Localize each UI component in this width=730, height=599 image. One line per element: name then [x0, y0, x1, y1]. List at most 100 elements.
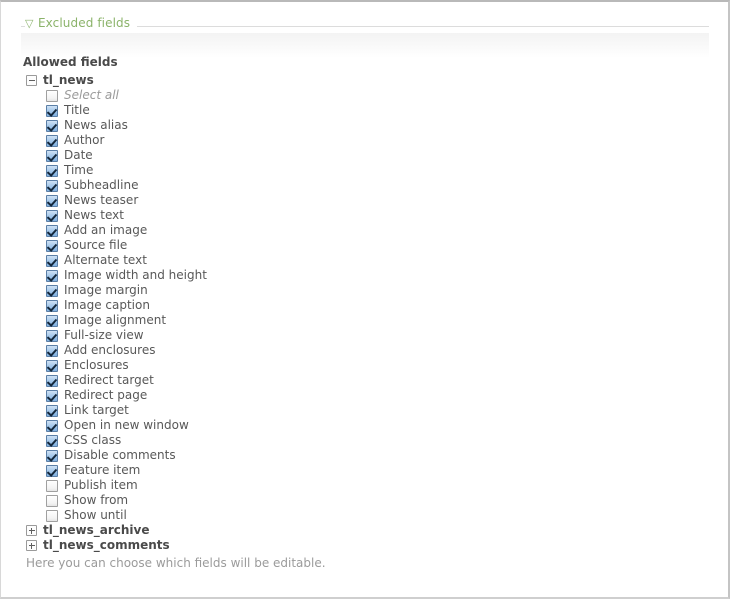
field-label: CSS class: [64, 433, 122, 447]
select-all-row[interactable]: Select all: [46, 88, 711, 103]
checkbox-checked-icon[interactable]: [46, 119, 58, 132]
field-checkbox-row[interactable]: Add an image: [46, 223, 711, 238]
field-list: Select all Title News alias Author Date Time S…: [46, 88, 711, 523]
field-checkbox-row[interactable]: Feature item: [46, 463, 711, 478]
checkbox-unchecked-icon[interactable]: [46, 509, 58, 522]
field-label: News text: [64, 208, 124, 222]
checkbox-checked-icon[interactable]: [46, 464, 58, 477]
field-checkbox-row[interactable]: Time: [46, 163, 711, 178]
field-checkbox-row[interactable]: Author: [46, 133, 711, 148]
checkbox-checked-icon[interactable]: [46, 164, 58, 177]
group-name: tl_news_archive: [43, 523, 150, 537]
field-checkbox-row[interactable]: Date: [46, 148, 711, 163]
field-label: Show until: [64, 508, 127, 522]
field-label: Show from: [64, 493, 129, 507]
checkbox-checked-icon[interactable]: [46, 314, 58, 327]
field-label: Image width and height: [64, 268, 207, 282]
fieldset-legend-row: ▽ Excluded fields: [21, 16, 709, 32]
checkbox-checked-icon[interactable]: [46, 209, 58, 222]
field-label: Title: [64, 103, 90, 117]
field-label: Image alignment: [64, 313, 167, 327]
plus-box-icon[interactable]: [26, 540, 37, 551]
field-checkbox-row[interactable]: Image width and height: [46, 268, 711, 283]
allowed-fields-widget: Allowed fields tl_news Select all Title New…: [21, 55, 711, 571]
allowed-fields-help-text: Here you can choose which fields will be…: [26, 556, 326, 570]
field-checkbox-row[interactable]: Source file: [46, 238, 711, 253]
checkbox-checked-icon[interactable]: [46, 329, 58, 342]
field-label: Add an image: [64, 223, 148, 237]
checkbox-checked-icon[interactable]: [46, 149, 58, 162]
checkbox-checked-icon[interactable]: [46, 344, 58, 357]
checkbox-checked-icon[interactable]: [46, 284, 58, 297]
checkbox-checked-icon[interactable]: [46, 269, 58, 282]
field-checkbox-row[interactable]: CSS class: [46, 433, 711, 448]
field-label: Redirect page: [64, 388, 148, 402]
field-label: Date: [64, 148, 93, 162]
checkbox-checked-icon[interactable]: [46, 419, 58, 432]
field-label: Image caption: [64, 298, 150, 312]
checkbox-unchecked-icon[interactable]: [46, 89, 58, 102]
checkbox-checked-icon[interactable]: [46, 104, 58, 117]
field-checkbox-row[interactable]: Alternate text: [46, 253, 711, 268]
field-checkbox-row[interactable]: Link target: [46, 403, 711, 418]
field-checkbox-row[interactable]: Publish item: [46, 478, 711, 493]
group-toggle-row-tl_news_archive[interactable]: tl_news_archive: [26, 523, 711, 538]
checkbox-checked-icon[interactable]: [46, 449, 58, 462]
field-label: News teaser: [64, 193, 139, 207]
field-label: Feature item: [64, 463, 141, 477]
field-checkbox-row[interactable]: Enclosures: [46, 358, 711, 373]
checkbox-unchecked-icon[interactable]: [46, 494, 58, 507]
field-label: Link target: [64, 403, 129, 417]
field-label: Source file: [64, 238, 128, 252]
field-checkbox-row[interactable]: News alias: [46, 118, 711, 133]
field-label: Time: [64, 163, 94, 177]
group-name: tl_news: [43, 73, 94, 87]
field-group: tl_news_archive: [21, 523, 711, 538]
field-checkbox-row[interactable]: Subheadline: [46, 178, 711, 193]
checkbox-checked-icon[interactable]: [46, 374, 58, 387]
field-checkbox-row[interactable]: Redirect page: [46, 388, 711, 403]
checkbox-checked-icon[interactable]: [46, 239, 58, 252]
allowed-fields-label: Allowed fields: [23, 55, 118, 69]
triangle-down-icon: ▽: [25, 16, 34, 30]
checkbox-checked-icon[interactable]: [46, 404, 58, 417]
page-frame: ▽ Excluded fields Allowed fields tl_news…: [0, 0, 730, 599]
checkbox-unchecked-icon[interactable]: [46, 479, 58, 492]
field-tree: tl_news Select all Title News alias Author Da…: [21, 73, 711, 553]
field-label: Alternate text: [64, 253, 147, 267]
field-checkbox-row[interactable]: Image margin: [46, 283, 711, 298]
checkbox-checked-icon[interactable]: [46, 359, 58, 372]
excluded-fields-fieldset: ▽ Excluded fields: [21, 16, 709, 58]
field-checkbox-row[interactable]: News text: [46, 208, 711, 223]
checkbox-checked-icon[interactable]: [46, 179, 58, 192]
checkbox-checked-icon[interactable]: [46, 299, 58, 312]
plus-box-icon[interactable]: [26, 525, 37, 536]
field-checkbox-row[interactable]: Image alignment: [46, 313, 711, 328]
minus-box-icon[interactable]: [26, 75, 37, 86]
legend-label: Excluded fields: [38, 16, 131, 30]
field-checkbox-row[interactable]: Full-size view: [46, 328, 711, 343]
checkbox-checked-icon[interactable]: [46, 224, 58, 237]
checkbox-checked-icon[interactable]: [46, 194, 58, 207]
field-checkbox-row[interactable]: Open in new window: [46, 418, 711, 433]
field-checkbox-row[interactable]: Disable comments: [46, 448, 711, 463]
field-label: Add enclosures: [64, 343, 156, 357]
field-checkbox-row[interactable]: Show until: [46, 508, 711, 523]
field-checkbox-row[interactable]: Add enclosures: [46, 343, 711, 358]
field-group: tl_news Select all Title News alias Author Da…: [21, 73, 711, 523]
group-toggle-row-tl_news[interactable]: tl_news: [26, 73, 711, 88]
excluded-fields-legend-toggle[interactable]: ▽ Excluded fields: [25, 16, 138, 30]
field-label: Enclosures: [64, 358, 129, 372]
field-checkbox-row[interactable]: Image caption: [46, 298, 711, 313]
checkbox-checked-icon[interactable]: [46, 434, 58, 447]
field-checkbox-row[interactable]: Redirect target: [46, 373, 711, 388]
checkbox-checked-icon[interactable]: [46, 254, 58, 267]
group-name: tl_news_comments: [43, 538, 170, 552]
checkbox-checked-icon[interactable]: [46, 134, 58, 147]
checkbox-checked-icon[interactable]: [46, 389, 58, 402]
group-toggle-row-tl_news_comments[interactable]: tl_news_comments: [26, 538, 711, 553]
field-label: Full-size view: [64, 328, 144, 342]
field-checkbox-row[interactable]: Title: [46, 103, 711, 118]
field-checkbox-row[interactable]: News teaser: [46, 193, 711, 208]
field-checkbox-row[interactable]: Show from: [46, 493, 711, 508]
